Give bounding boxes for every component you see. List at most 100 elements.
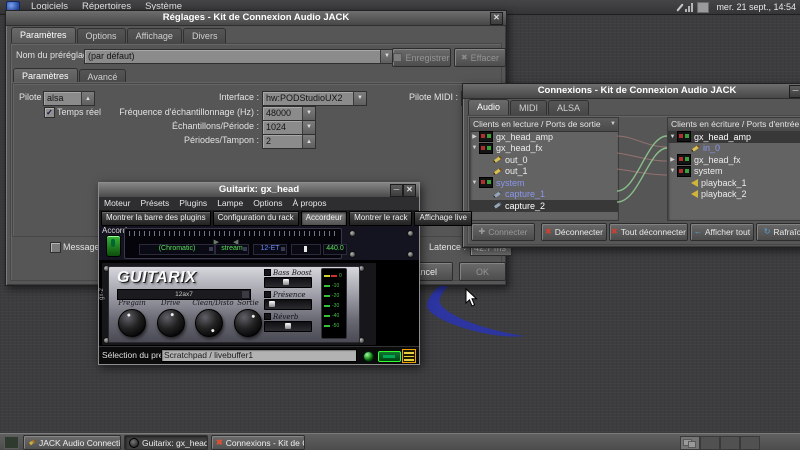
periods-spinbox[interactable]: 2 ▲▼ — [262, 134, 316, 149]
afficher-tout-button[interactable]: ←Afficher tout — [690, 223, 754, 241]
combo-button-icon[interactable] — [242, 291, 249, 298]
combo-button-icon[interactable] — [243, 247, 247, 251]
readable-row-capture_1[interactable]: capture_1 — [470, 189, 618, 201]
connecter-button[interactable]: ✚Connecter — [471, 223, 535, 241]
ok-button[interactable]: OK — [459, 262, 506, 281]
connections-tab-audio[interactable]: Audio — [468, 99, 509, 115]
midi-indicator-button[interactable] — [378, 351, 401, 362]
tuner-ref-slider[interactable] — [291, 244, 321, 255]
expander-icon[interactable]: ▼ — [668, 168, 677, 174]
guitarix-menu-options[interactable]: Options — [248, 197, 287, 210]
signal-bars-icon[interactable] — [685, 3, 693, 12]
clock[interactable]: mer. 21 sept., 14:54 — [713, 2, 796, 12]
close-icon[interactable]: ✕ — [403, 184, 416, 197]
switch-checkbox[interactable] — [264, 291, 271, 298]
taskbar-window-1[interactable]: JACK Audio Connecti... — [23, 435, 121, 450]
interface-combo[interactable]: hw:PODStudioUX2 ▼ — [262, 91, 367, 106]
readable-row-out_0[interactable]: out_0 — [470, 154, 618, 166]
status-led[interactable] — [363, 351, 374, 362]
settings-tab-options[interactable]: Options — [77, 28, 126, 43]
readable-row-gx_head_amp[interactable]: ▶gx_head_amp — [470, 131, 618, 143]
show-desktop-icon[interactable] — [4, 436, 19, 449]
workspace-4[interactable] — [740, 436, 760, 450]
knob-dial[interactable] — [157, 309, 185, 337]
settings-tab-affichage[interactable]: Affichage — [127, 28, 182, 43]
guitarix-menu--propos[interactable]: À propos — [287, 197, 331, 210]
knob-pregain[interactable]: Pregain — [115, 299, 149, 341]
preset-name-combo[interactable]: (par défaut) ▼ — [84, 49, 394, 64]
tuner-source-combo[interactable]: stream — [215, 244, 249, 255]
combo-button-icon[interactable] — [209, 247, 213, 251]
writable-row-playback_2[interactable]: playback_2 — [668, 189, 800, 201]
tuner-power-switch[interactable] — [106, 235, 121, 257]
verbose-checkbox[interactable] — [50, 242, 61, 253]
toolbar-affichage-live[interactable]: Affichage live — [414, 211, 471, 226]
rafra-chir-button[interactable]: ↻Rafraîchir — [756, 223, 800, 241]
tout-d-connecter-button[interactable]: ✖Tout déconnecter — [609, 223, 688, 241]
readable-row-capture_2[interactable]: capture_2 — [470, 200, 618, 212]
frames-combo[interactable]: 1024 ▼ — [262, 120, 316, 135]
readable-row-out_1[interactable]: out_1 — [470, 166, 618, 178]
readable-row-system[interactable]: ▼system — [470, 177, 618, 189]
driver-combo[interactable]: alsa ▲▼ — [43, 91, 95, 106]
chevron-down-icon[interactable]: ▼ — [302, 107, 315, 120]
connections-tab-midi[interactable]: MIDI — [510, 100, 547, 115]
spinner-icon[interactable]: ▲▼ — [81, 92, 94, 105]
pen-tool-icon[interactable] — [677, 3, 684, 11]
knob-dial[interactable] — [234, 309, 262, 337]
minimize-icon[interactable]: ─ — [390, 184, 403, 197]
settings-titlebar[interactable]: Réglages - Kit de Connexion Audio JACK ✕ — [6, 11, 506, 26]
writable-clients-header[interactable]: Clients en écriture / Ports d'entrée — [668, 118, 800, 132]
preset-field[interactable]: Scratchpad / livebuffer1 — [161, 349, 357, 362]
spinner-icon[interactable]: ▲▼ — [302, 135, 315, 148]
knob-dial[interactable] — [195, 309, 223, 337]
knob-sortie[interactable]: Sortie — [231, 299, 265, 341]
close-icon[interactable]: ✕ — [490, 12, 503, 25]
writable-row-gx_head_fx[interactable]: ▶gx_head_fx — [668, 154, 800, 166]
writable-row-gx_head_amp[interactable]: ▼gx_head_amp — [668, 131, 800, 143]
switch-checkbox[interactable] — [264, 269, 271, 276]
taskbar-window-3[interactable]: ✖Connexions - Kit de C... — [211, 435, 305, 450]
connections-tab-alsa[interactable]: ALSA — [548, 100, 589, 115]
writable-row-playback_1[interactable]: playback_1 — [668, 177, 800, 189]
toolbar-montrer-la-barre-des-plugins[interactable]: Montrer la barre des plugins — [101, 211, 211, 226]
guitarix-titlebar[interactable]: Guitarix: gx_head ─ ✕ — [99, 183, 419, 198]
delete-preset-button[interactable]: ✖ Effacer — [454, 48, 506, 67]
guitarix-menu-plugins[interactable]: Plugins — [174, 197, 212, 210]
expander-icon[interactable]: ▶ — [470, 133, 479, 140]
switch-slider[interactable] — [264, 299, 312, 310]
tray-icon[interactable] — [697, 2, 709, 13]
expander-icon[interactable]: ▼ — [470, 180, 479, 186]
sort-arrow-icon[interactable]: ▼ — [610, 118, 616, 131]
knob-clean-disto[interactable]: Clean/Disto — [192, 299, 226, 341]
combo-button-icon[interactable] — [281, 247, 285, 251]
knob-dial[interactable] — [118, 309, 146, 337]
connections-titlebar[interactable]: Connexions - Kit de Connexion Audio JACK… — [463, 84, 800, 99]
guitarix-menu-lampe[interactable]: Lampe — [212, 197, 248, 210]
switch-slider[interactable] — [264, 277, 312, 288]
expander-icon[interactable]: ▼ — [668, 134, 677, 140]
samplerate-combo[interactable]: 48000 ▼ — [262, 106, 316, 121]
expander-icon[interactable]: ▶ — [668, 156, 677, 163]
switch-checkbox[interactable] — [264, 313, 271, 320]
save-preset-button[interactable]: Enregistrer — [392, 48, 451, 67]
workspace-2[interactable] — [700, 436, 720, 450]
settings-inner-tab-avancé[interactable]: Avancé — [79, 69, 127, 84]
settings-inner-tab-paramètres[interactable]: Paramètres — [13, 68, 78, 84]
expander-icon[interactable]: ▼ — [470, 145, 479, 151]
workspace-1[interactable] — [680, 436, 700, 450]
chevron-down-icon[interactable]: ▼ — [302, 121, 315, 134]
realtime-checkbox[interactable]: ✓ — [44, 107, 55, 118]
readable-clients-list[interactable]: Clients en lecture / Ports de sortie ▼ ▶… — [469, 117, 619, 221]
switch-slider[interactable] — [264, 321, 312, 332]
workspace-3[interactable] — [720, 436, 740, 450]
readable-row-gx_head_fx[interactable]: ▼gx_head_fx — [470, 143, 618, 155]
notes-list-button[interactable] — [402, 349, 416, 363]
writable-row-system[interactable]: ▼system — [668, 166, 800, 178]
guitarix-menu-pr-sets[interactable]: Présets — [135, 197, 174, 210]
readable-clients-header[interactable]: Clients en lecture / Ports de sortie ▼ — [470, 118, 618, 132]
writable-clients-list[interactable]: Clients en écriture / Ports d'entrée ▼gx… — [667, 117, 800, 221]
knob-drive[interactable]: Drive — [154, 299, 188, 341]
d-connecter-button[interactable]: ✖Déconnecter — [541, 223, 607, 241]
guitarix-menu-moteur[interactable]: Moteur — [99, 197, 135, 210]
